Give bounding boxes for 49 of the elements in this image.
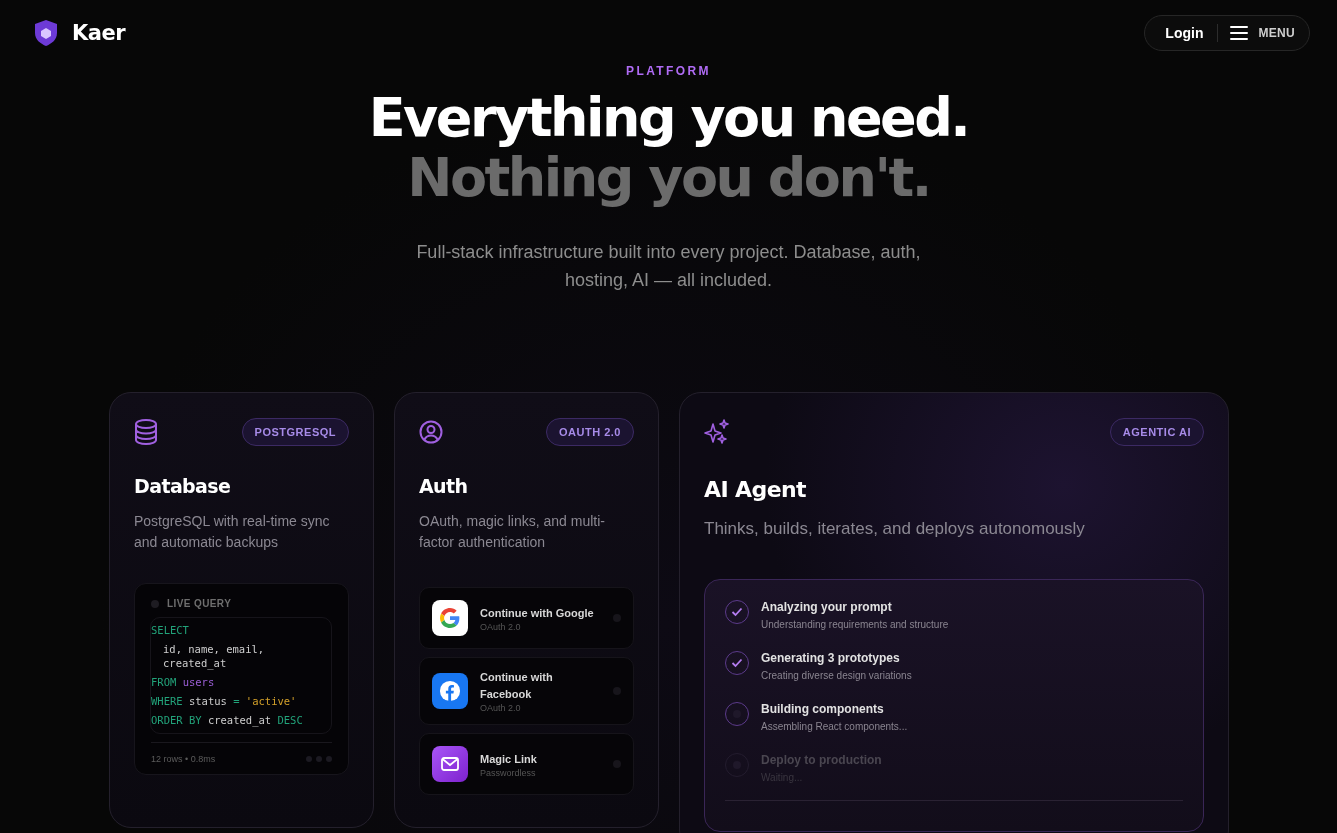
- headline-secondary: Nothing you don't.: [407, 148, 931, 208]
- sign-in-option[interactable]: Continue with Google OAuth 2.0: [419, 587, 634, 649]
- option-label: Continue with Facebook: [480, 670, 554, 702]
- step-caption: Understanding requirements and structure: [761, 619, 949, 630]
- option-caption: Passwordless: [480, 767, 537, 778]
- sign-in-option[interactable]: Continue with Facebook OAuth 2.0: [419, 657, 634, 725]
- card-title: Auth: [419, 475, 469, 497]
- step-title: Generating 3 prototypes: [761, 651, 901, 665]
- user-icon: [419, 420, 443, 444]
- hero-subtitle: Full-stack infrastructure built into every project. Database, auth, hosting, AI — all included.: [415, 241, 922, 292]
- step-caption: Creating diverse design variations: [761, 670, 912, 681]
- card-badge: AGENTIC AI: [1109, 418, 1204, 446]
- dots-icon: [306, 756, 332, 762]
- code-line: ORDER BY created_at DESC: [151, 713, 304, 729]
- shield-logo-icon: [34, 19, 58, 47]
- card-badge: POSTGRESQL: [241, 418, 349, 446]
- step-title: Deploy to production: [761, 753, 882, 767]
- section-eyebrow: PLATFORM: [625, 64, 712, 78]
- provider-icon: [432, 673, 468, 709]
- card-title: AI Agent: [704, 477, 807, 502]
- card-description: OAuth, magic links, and multi-factor authentication: [419, 512, 606, 552]
- provider-icon: [432, 600, 468, 636]
- step-title: Building components: [761, 702, 885, 716]
- sparkles-icon: [704, 419, 730, 445]
- query-stats: 12 rows • 0.8ms: [151, 754, 216, 764]
- option-label: Magic Link: [480, 751, 538, 767]
- card-description: Thinks, builds, iterates, and deploys autonomously: [704, 518, 1086, 539]
- option-caption: OAuth 2.0: [480, 703, 522, 713]
- option-caption: OAuth 2.0: [480, 621, 522, 632]
- card-badge: OAUTH 2.0: [546, 418, 634, 446]
- database-icon: [134, 419, 158, 445]
- headline: Everything you need.: [367, 88, 970, 148]
- card-description: PostgreSQL with real-time sync and automatic backups: [134, 512, 331, 552]
- menu-icon: [1230, 26, 1249, 40]
- card-title: Database: [134, 475, 232, 497]
- step-caption: Assembling React components...: [761, 721, 908, 732]
- code-line: SELECT: [151, 623, 190, 638]
- login-button[interactable]: Login: [1151, 25, 1218, 41]
- status-dot: [151, 599, 159, 608]
- option-label: Continue with Google: [480, 605, 595, 621]
- code-line: WHERE status = 'active': [151, 694, 298, 709]
- query-label: LIVE QUERY: [167, 598, 232, 609]
- code-line: id, name, email, created_at: [162, 642, 266, 672]
- code-line: FROM users: [151, 675, 216, 690]
- brand-name: Kaer: [72, 21, 126, 45]
- menu-button[interactable]: MENU: [1230, 26, 1295, 40]
- sign-in-option[interactable]: Magic Link Passwordless: [419, 733, 634, 795]
- step-title: Analyzing your prompt: [761, 600, 893, 614]
- provider-icon: [432, 746, 468, 782]
